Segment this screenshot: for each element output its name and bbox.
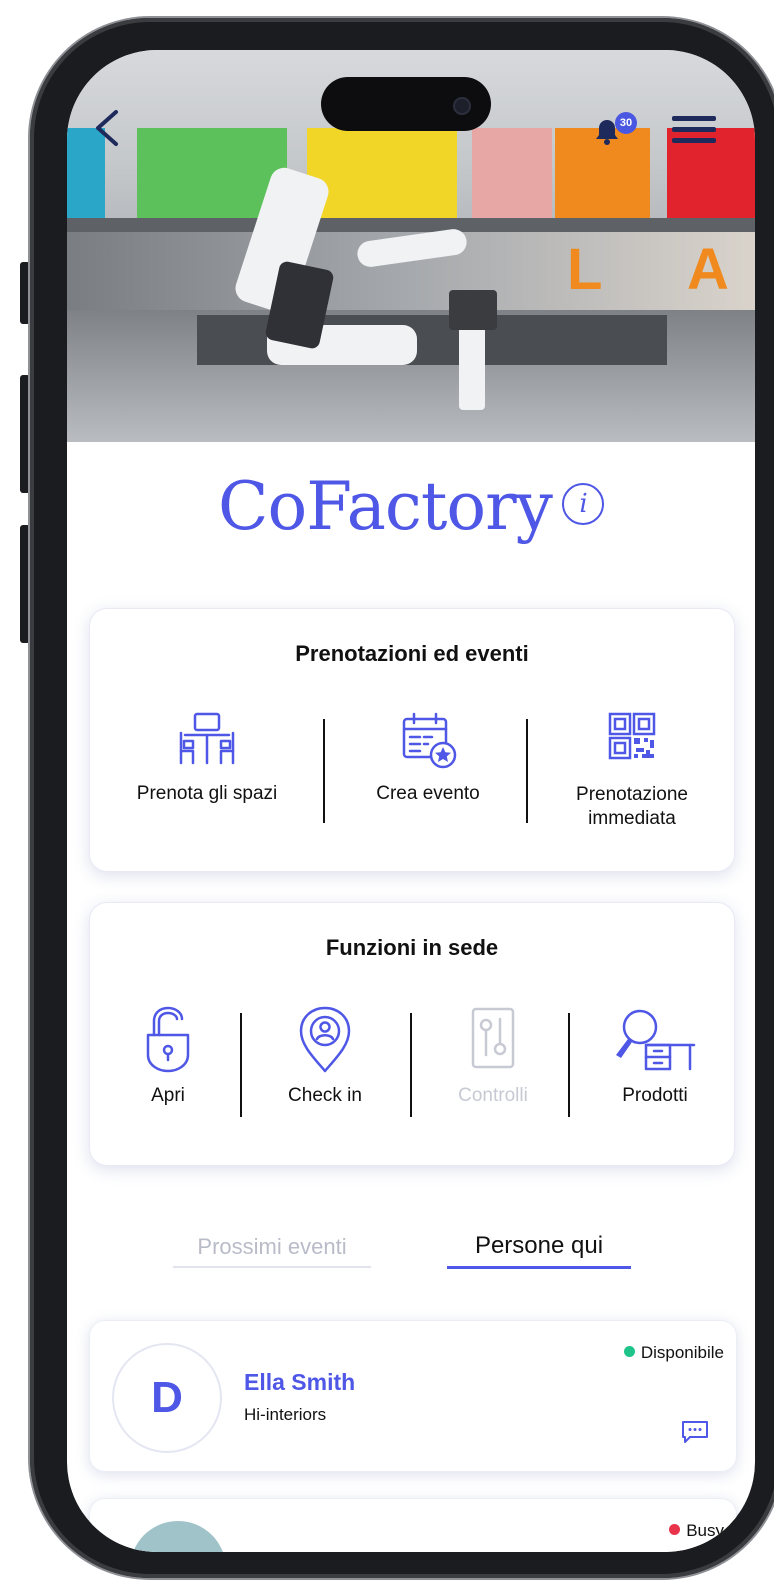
location-person-icon: [299, 1006, 351, 1073]
person-company: Hi-interiors: [244, 1405, 327, 1424]
action-label: Check in: [288, 1085, 362, 1106]
check-in-button[interactable]: Check in: [250, 1005, 400, 1107]
hero-letter: A: [687, 237, 729, 302]
products-button[interactable]: Prodotti: [580, 1005, 730, 1107]
mute-switch: [20, 262, 30, 324]
unlock-padlock-icon: [146, 1006, 190, 1073]
hero-letter: L: [567, 237, 603, 302]
office-room-yellow: [307, 128, 457, 218]
avatar-initial: D: [151, 1373, 183, 1422]
book-spaces-button[interactable]: Prenota gli spazi: [96, 711, 318, 805]
divider: [526, 719, 528, 823]
action-label: Apri: [151, 1085, 185, 1106]
mezzanine: [67, 218, 755, 232]
action-label: Controlli: [458, 1085, 528, 1106]
monitor: [449, 290, 497, 330]
search-desk-icon: [616, 1009, 696, 1071]
switch-controls-icon: [471, 1007, 515, 1069]
card-title: Funzioni in sede: [325, 935, 499, 960]
status-label: Disponibile: [640, 1343, 724, 1362]
divider: [410, 1013, 412, 1117]
menu-button[interactable]: [670, 112, 718, 148]
office-room-pink: [472, 128, 552, 218]
back-button[interactable]: [89, 108, 129, 148]
camera-dot: [453, 97, 471, 115]
brand-name: CoFactory: [218, 468, 553, 545]
status-badge: Busy: [669, 1521, 724, 1541]
notification-count-badge: 30: [615, 112, 637, 134]
divider: [240, 1013, 242, 1117]
volume-down-button: [20, 525, 30, 643]
brand-title: CoFactory i: [67, 468, 755, 545]
action-label: Crea evento: [376, 783, 480, 804]
tab-people-here[interactable]: Persone qui: [447, 1232, 631, 1269]
bookings-card: Prenotazioni ed eventi Prenota gli spazi: [89, 608, 735, 872]
action-label: Prenota gli spazi: [136, 783, 278, 804]
calendar-star-icon: [402, 712, 457, 769]
avatar: [130, 1521, 226, 1552]
chat-bubble-icon: [682, 1421, 708, 1443]
qr-code-icon: [608, 712, 656, 760]
dynamic-island: [321, 77, 491, 131]
hamburger-menu-icon: [672, 116, 716, 143]
person-card[interactable]: Busy: [89, 1498, 737, 1552]
chevron-left-icon: [96, 110, 118, 146]
create-event-button[interactable]: Crea evento: [330, 711, 526, 805]
instant-booking-button[interactable]: Prenotazione immediata: [532, 711, 732, 831]
onsite-functions-card: Funzioni in sede Apri Check in Controlli…: [89, 902, 735, 1166]
divider: [323, 719, 325, 823]
action-label-line: immediata: [588, 808, 676, 829]
app-screen: L A 30 CoFactory i Prenotazioni ed eventi: [67, 50, 755, 1552]
controls-button: Controlli: [418, 1005, 568, 1107]
volume-up-button: [20, 375, 30, 493]
status-label: Busy: [686, 1521, 724, 1540]
status-dot: [669, 1524, 681, 1536]
person-card[interactable]: D Ella Smith Hi-interiors Disponibile: [89, 1320, 737, 1472]
avatar: D: [112, 1343, 222, 1453]
action-label-line: Prenotazione: [576, 784, 688, 805]
status-dot: [623, 1346, 635, 1358]
card-title: Prenotazioni ed eventi: [295, 641, 529, 666]
action-label: Prodotti: [622, 1085, 688, 1106]
divider: [568, 1013, 570, 1117]
open-door-button[interactable]: Apri: [108, 1005, 228, 1107]
info-icon[interactable]: i: [561, 483, 604, 525]
desk-chairs-icon: [179, 712, 235, 765]
tab-upcoming-events[interactable]: Prossimi eventi: [173, 1234, 371, 1268]
chat-button[interactable]: [680, 1419, 710, 1445]
person-name: Ella Smith: [244, 1369, 356, 1395]
status-badge: Disponibile: [623, 1343, 724, 1363]
